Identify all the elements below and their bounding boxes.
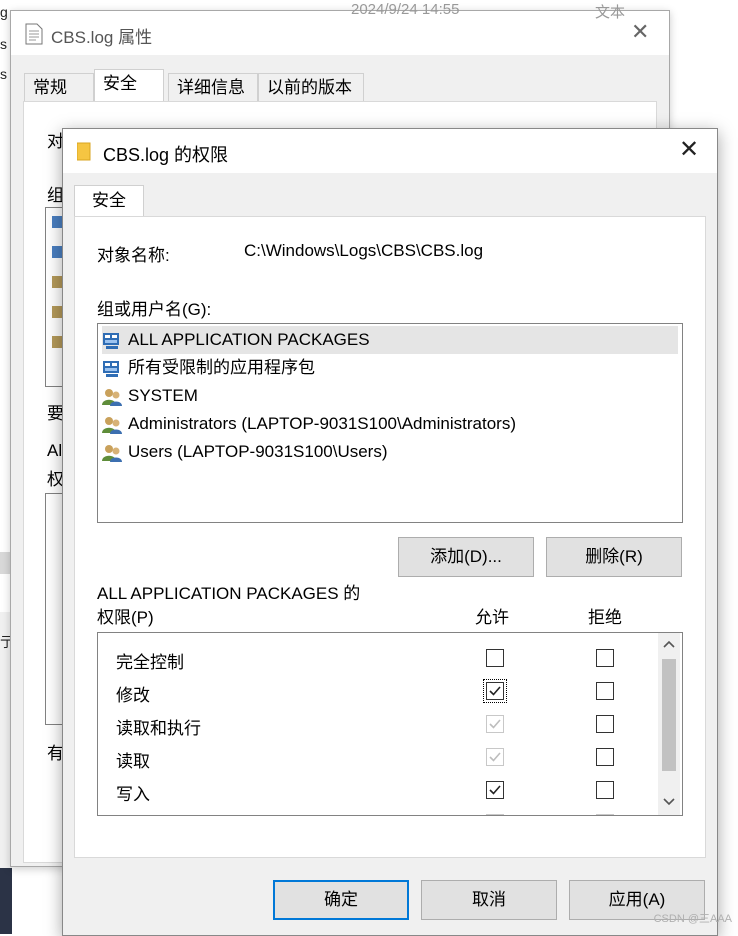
list-item-label: 所有受限制的应用程序包 — [128, 358, 315, 377]
allow-checkbox[interactable] — [486, 649, 504, 667]
permission-name: 写入 — [116, 785, 150, 804]
allow-checkbox[interactable] — [486, 715, 504, 733]
tab-general[interactable]: 常规 — [24, 73, 94, 101]
list-item-label: Users (LAPTOP-9031S100\Users) — [128, 442, 388, 461]
permissions-list[interactable]: 完全控制修改读取和执行读取写入特殊权限 — [97, 632, 683, 816]
edge-fragment: g — [0, 4, 8, 20]
add-button[interactable]: 添加(D)... — [398, 537, 534, 577]
allow-header: 允许 — [475, 608, 509, 627]
list-item-label: Administrators (LAPTOP-9031S100\Administ… — [128, 414, 517, 433]
permissions-label: 权限(P) — [97, 608, 154, 627]
taskbar-edge — [0, 868, 12, 934]
deny-checkbox[interactable] — [596, 682, 614, 700]
list-item-label: SYSTEM — [128, 386, 198, 405]
deny-checkbox[interactable] — [596, 814, 614, 815]
permissions-titlebar: CBS.log 的权限 ✕ — [63, 129, 717, 173]
deny-checkbox[interactable] — [596, 715, 614, 733]
allow-checkbox[interactable] — [486, 781, 504, 799]
dialog-title: CBS.log 的权限 — [103, 145, 229, 165]
permission-name: 读取 — [116, 752, 150, 771]
tab-previous-versions[interactable]: 以前的版本 — [258, 73, 364, 101]
allow-checkbox[interactable] — [483, 679, 507, 703]
deny-header: 拒绝 — [588, 608, 622, 627]
permission-name: 修改 — [116, 686, 150, 705]
permission-row: 完全控制 — [98, 641, 658, 674]
cancel-button[interactable]: 取消 — [421, 880, 557, 920]
tab-security[interactable]: 安全 — [74, 185, 144, 217]
permissions-dialog: CBS.log 的权限 ✕ 安全 对象名称: C:\Windows\Logs\C… — [62, 128, 718, 936]
remove-button[interactable]: 删除(R) — [546, 537, 682, 577]
edge-fragment: s — [0, 66, 7, 82]
fragment: Al — [47, 441, 63, 460]
app-package-icon — [103, 361, 119, 377]
users-icon — [102, 445, 122, 462]
list-item[interactable]: Administrators (LAPTOP-9031S100\Administ… — [102, 410, 678, 438]
permissions-title: ALL APPLICATION PACKAGES 的 — [97, 584, 361, 603]
chevron-down-icon[interactable] — [663, 797, 675, 807]
edge-fragment: s — [0, 36, 7, 52]
permission-row: 特殊权限 — [98, 806, 658, 815]
groups-list[interactable]: ALL APPLICATION PACKAGES 所有受限制的应用程序包 SYS… — [97, 323, 683, 523]
type-fragment: 文本 — [595, 4, 626, 21]
object-name-value: C:\Windows\Logs\CBS\CBS.log — [244, 241, 484, 260]
watermark: CSDN @三AAA — [653, 913, 732, 925]
close-icon[interactable]: ✕ — [631, 19, 649, 45]
properties-titlebar: CBS.log 属性 2024/9/24 14:55 文本 ✕ — [11, 1, 669, 55]
tab-security[interactable]: 安全 — [94, 69, 164, 103]
permission-name: 读取和执行 — [116, 719, 201, 738]
deny-checkbox[interactable] — [596, 649, 614, 667]
deny-checkbox[interactable] — [596, 781, 614, 799]
groups-label: 组或用户名(G): — [97, 300, 212, 319]
permission-row: 读取和执行 — [98, 707, 658, 740]
permission-name: 完全控制 — [116, 653, 184, 672]
permission-name: 特殊权限 — [116, 813, 184, 815]
permission-row: 修改 — [98, 674, 658, 707]
tab-details[interactable]: 详细信息 — [168, 73, 258, 101]
deny-checkbox[interactable] — [596, 748, 614, 766]
chevron-up-icon[interactable] — [663, 639, 675, 649]
allow-checkbox[interactable] — [486, 814, 504, 815]
object-name-label: 对象名称: — [97, 246, 170, 265]
permission-row: 写入 — [98, 773, 658, 806]
permission-row: 读取 — [98, 740, 658, 773]
folder-icon — [77, 142, 91, 161]
users-icon — [102, 417, 122, 434]
file-icon — [25, 23, 43, 45]
users-icon — [102, 389, 122, 406]
list-item[interactable]: SYSTEM — [102, 382, 678, 410]
timestamp-fragment: 2024/9/24 14:55 — [351, 1, 460, 18]
scrollbar-thumb[interactable] — [662, 659, 676, 771]
properties-title: CBS.log 属性 — [51, 28, 153, 47]
list-item[interactable]: Users (LAPTOP-9031S100\Users) — [102, 438, 678, 466]
app-package-icon — [103, 333, 119, 349]
list-item[interactable]: 所有受限制的应用程序包 — [102, 354, 678, 382]
close-icon[interactable]: ✕ — [679, 135, 699, 164]
ok-button[interactable]: 确定 — [273, 880, 409, 920]
allow-checkbox[interactable] — [486, 748, 504, 766]
list-item[interactable]: ALL APPLICATION PACKAGES — [102, 326, 678, 354]
list-item-label: ALL APPLICATION PACKAGES — [128, 330, 370, 349]
